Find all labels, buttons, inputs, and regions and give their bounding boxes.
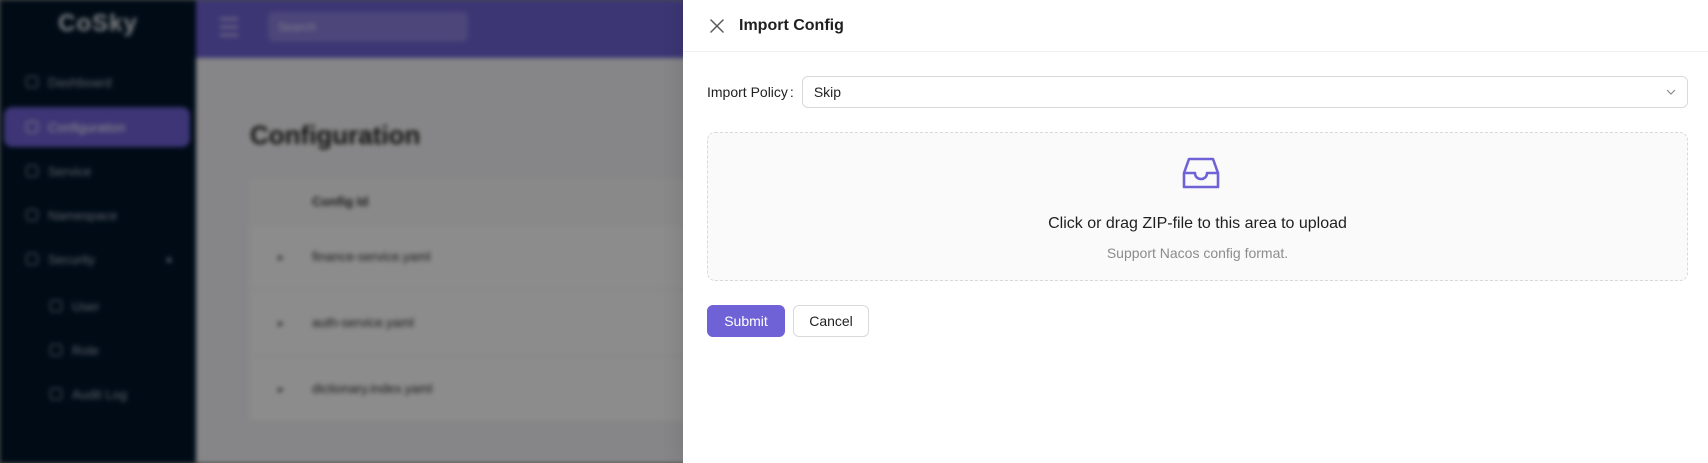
drawer-header: Import Config: [683, 0, 1708, 52]
import-config-drawer: Import Config Import Policy : Skip Click…: [683, 0, 1708, 463]
cancel-button[interactable]: Cancel: [793, 305, 869, 337]
import-policy-select[interactable]: Skip: [801, 76, 1688, 108]
chevron-down-icon: [1666, 89, 1676, 95]
drawer-title: Import Config: [739, 16, 844, 34]
close-icon[interactable]: [707, 16, 727, 36]
inbox-icon: [1182, 157, 1220, 189]
import-policy-label: Import Policy: [707, 84, 788, 100]
upload-text: Click or drag ZIP-file to this area to u…: [1048, 215, 1347, 232]
import-policy-value: Skip: [813, 84, 842, 100]
upload-dropzone[interactable]: Click or drag ZIP-file to this area to u…: [707, 132, 1688, 281]
import-policy-row: Import Policy : Skip: [707, 76, 1688, 108]
import-policy-colon: :: [789, 84, 794, 100]
upload-hint: Support Nacos config format.: [1106, 245, 1289, 261]
submit-button[interactable]: Submit: [707, 305, 785, 337]
